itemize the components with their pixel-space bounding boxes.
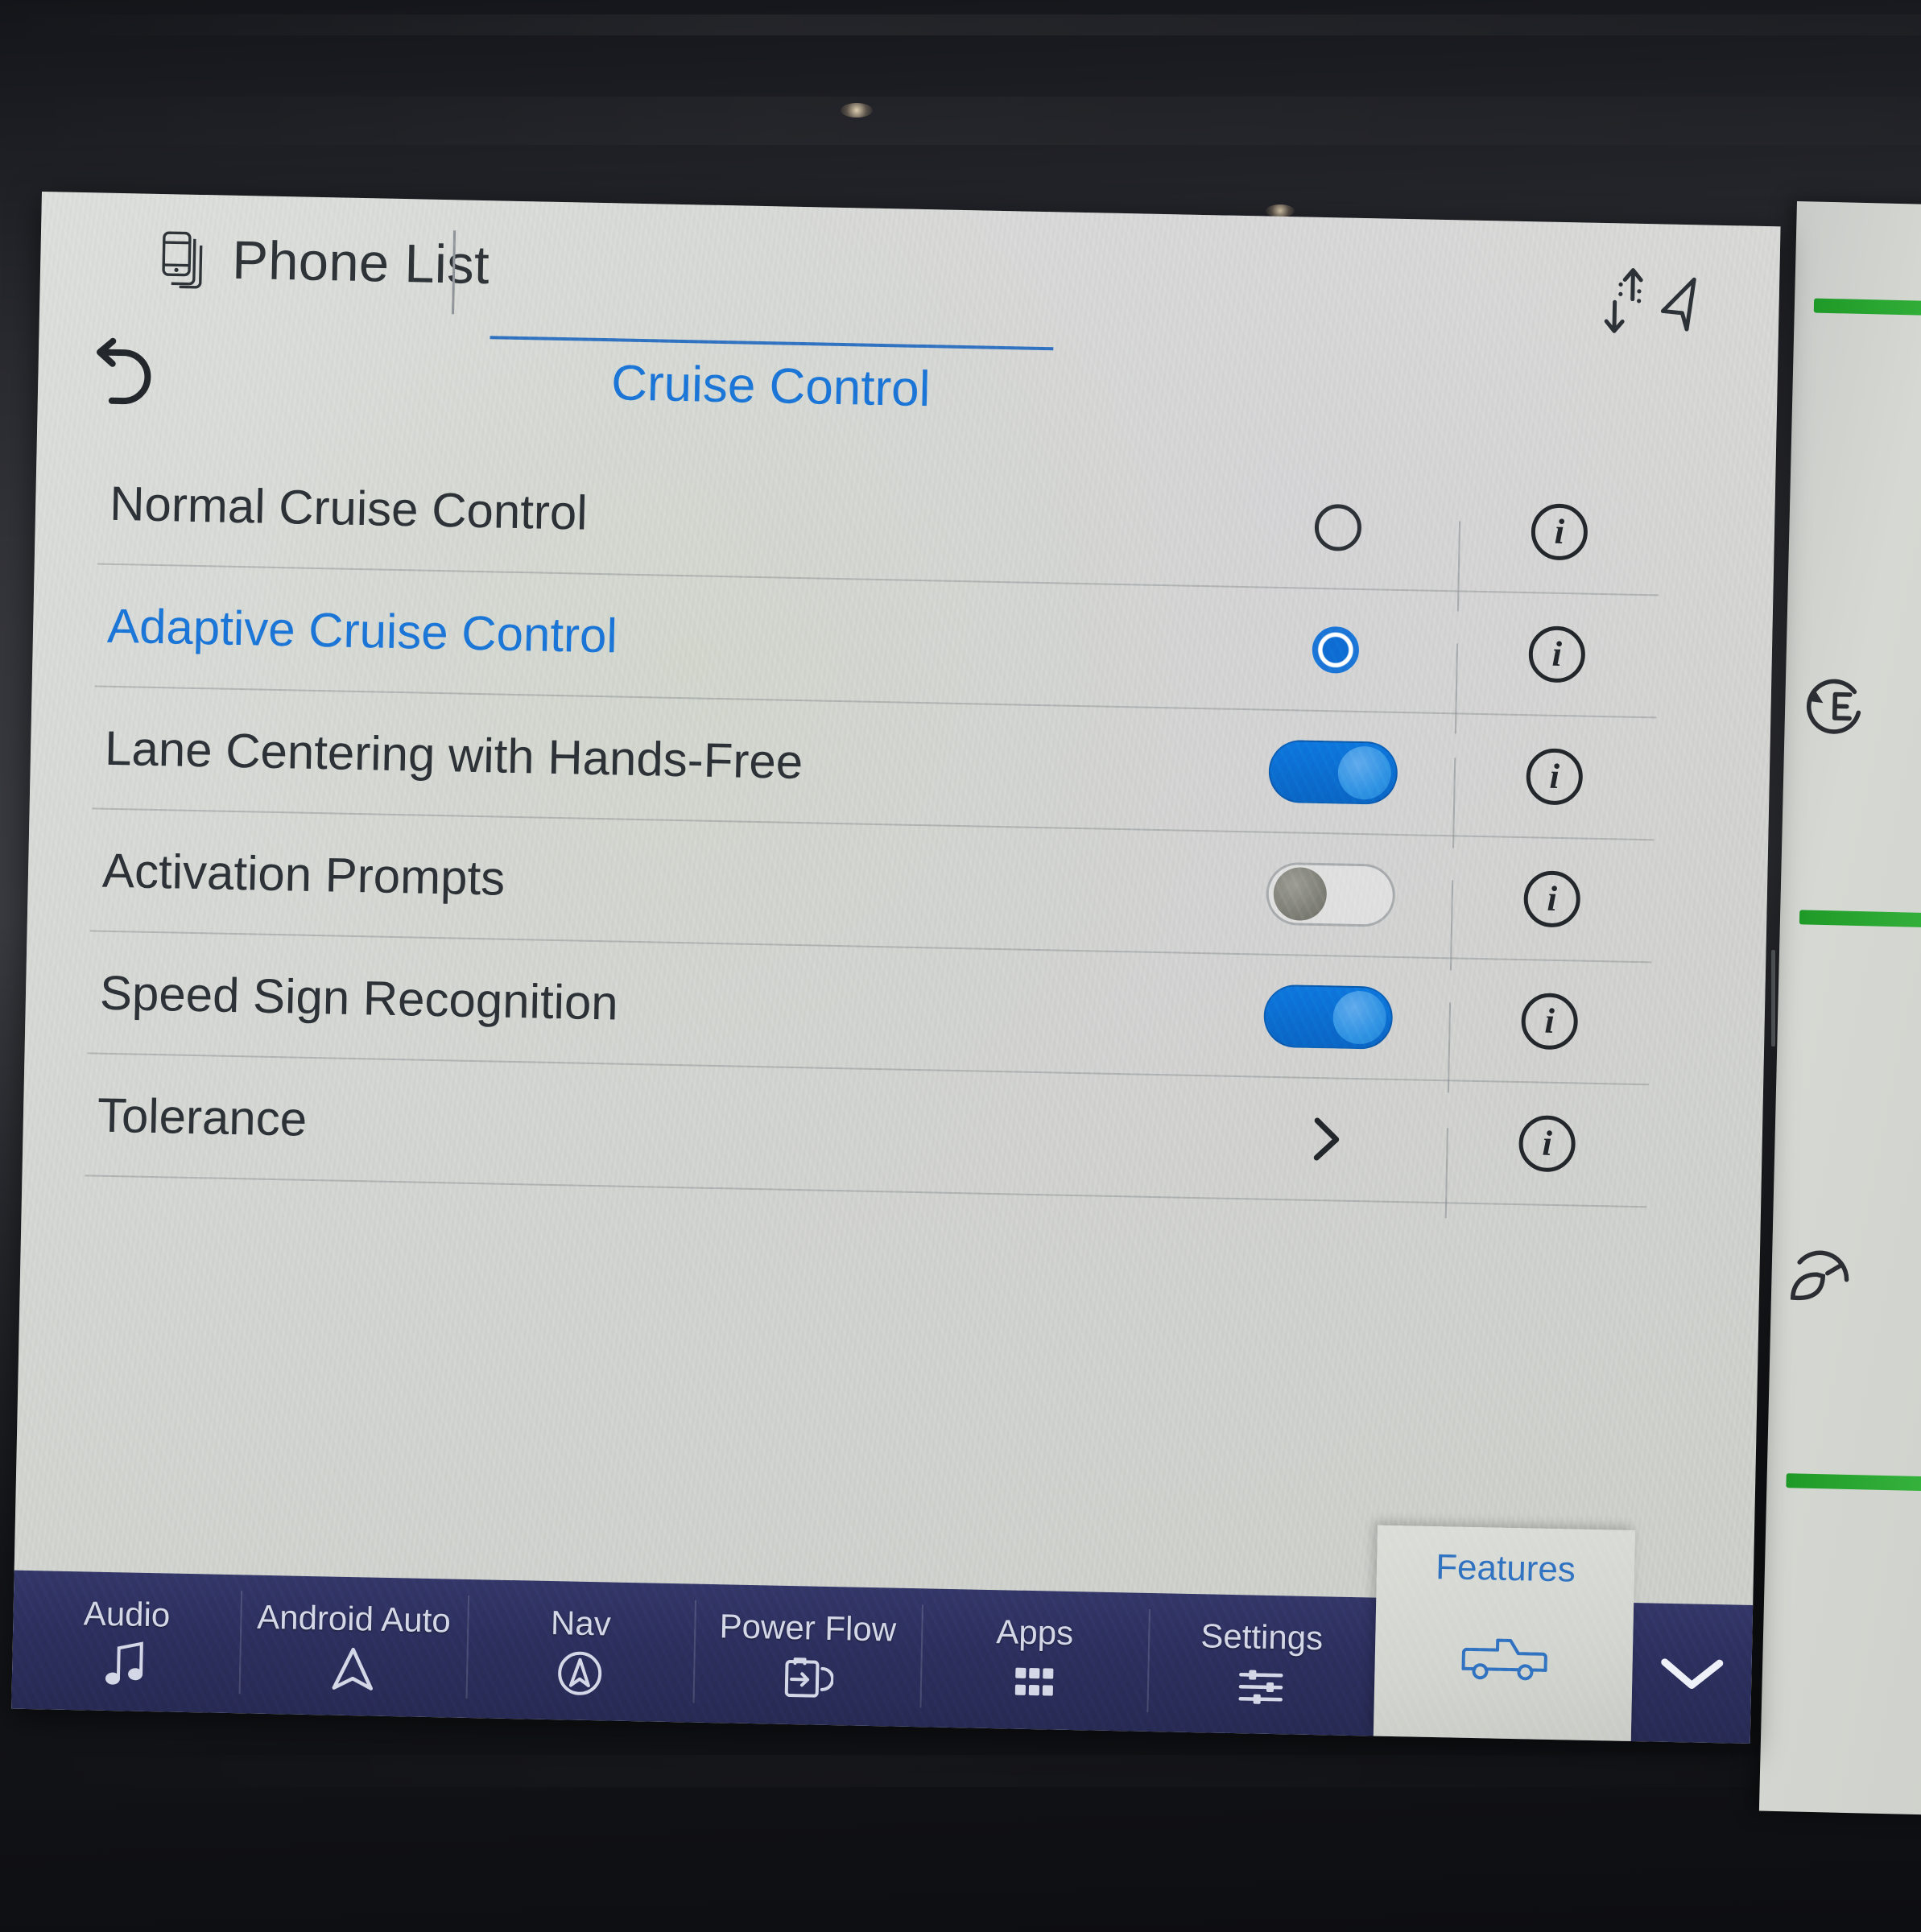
page-title: Cruise Control — [610, 355, 932, 418]
option-label-tolerance: Tolerance — [97, 1088, 308, 1146]
navigation-arrow-icon — [1660, 277, 1696, 332]
info-cell: i — [1451, 869, 1653, 929]
eco-progress-bar — [1799, 910, 1921, 928]
control-cell — [1207, 983, 1450, 1051]
control-cell — [1209, 861, 1452, 928]
info-cell: i — [1456, 624, 1658, 684]
info-cell: i — [1446, 1113, 1648, 1174]
nav-label-features: Features — [1435, 1547, 1576, 1590]
navigation-compass-icon — [558, 1651, 602, 1695]
nav-item-nav[interactable]: Nav — [465, 1579, 695, 1723]
nav-item-power-flow[interactable]: Power Flow — [692, 1584, 922, 1728]
control-cell — [1212, 738, 1455, 806]
option-label-adaptive-cruise-control: Adaptive Cruise Control — [106, 598, 618, 663]
toggle-lane-centering-with-hands-free[interactable] — [1268, 739, 1398, 805]
panel-edge-tick — [1771, 950, 1775, 1046]
apps-grid-icon — [1014, 1667, 1054, 1696]
nav-item-apps[interactable]: Apps — [919, 1588, 1149, 1732]
info-icon[interactable]: i — [1523, 870, 1581, 928]
nav-label-apps: Apps — [995, 1612, 1074, 1653]
eco-progress-bar — [1813, 298, 1921, 316]
nav-label-audio: Audio — [83, 1594, 171, 1634]
back-arrow-icon[interactable] — [87, 331, 177, 416]
nav-expand-button[interactable] — [1631, 1603, 1753, 1744]
info-icon[interactable]: i — [1526, 748, 1584, 806]
info-cell: i — [1448, 991, 1650, 1051]
info-cell: i — [1453, 746, 1655, 807]
eco-leaf-gauge-icon — [1790, 1250, 1849, 1301]
nav-item-audio[interactable]: Audio — [11, 1571, 241, 1714]
phone-stack-icon — [162, 230, 203, 289]
data-transfer-icon — [1604, 268, 1643, 333]
toggle-knob — [1337, 745, 1392, 800]
option-label-speed-sign-recognition: Speed Sign Recognition — [99, 965, 619, 1030]
option-label-activation-prompts: Activation Prompts — [101, 843, 506, 906]
bezel-highlight — [0, 1755, 1921, 1787]
toggle-speed-sign-recognition[interactable] — [1262, 984, 1394, 1050]
info-icon[interactable]: i — [1528, 625, 1586, 683]
bezel-highlight — [0, 97, 1921, 145]
radio-normal-cruise-control[interactable] — [1314, 503, 1362, 551]
status-icons-cluster — [1604, 268, 1696, 333]
toggle-knob — [1332, 990, 1387, 1045]
android-auto-arrow-icon — [332, 1647, 374, 1690]
info-cell: i — [1458, 502, 1660, 562]
toggle-activation-prompts[interactable] — [1266, 861, 1396, 927]
option-label-normal-cruise-control: Normal Cruise Control — [109, 476, 589, 540]
chevron-right-icon[interactable] — [1297, 1111, 1354, 1168]
nav-label-android-auto: Android Auto — [256, 1597, 452, 1640]
option-label-lane-centering-with-hands-free: Lane Centering with Hands-Free — [104, 720, 804, 789]
music-note-icon — [105, 1641, 143, 1685]
nav-item-android-auto[interactable]: Android Auto — [238, 1575, 468, 1718]
chevron-down-icon — [1661, 1658, 1724, 1690]
cruise-control-option-list: Normal Cruise Control i Adaptive Cruise … — [85, 442, 1662, 1208]
info-icon[interactable]: i — [1531, 503, 1588, 561]
secondary-panel[interactable] — [1758, 201, 1921, 1815]
info-icon[interactable]: i — [1520, 993, 1579, 1051]
pickup-truck-icon — [1461, 1638, 1547, 1681]
phone-list-button[interactable]: Phone List — [161, 228, 490, 296]
screen-header: Phone List — [39, 192, 1781, 361]
infotainment-screen: Phone List Cruise Control Normal Cruise … — [11, 192, 1781, 1744]
reflection-dot — [1266, 204, 1295, 217]
radio-adaptive-cruise-control[interactable] — [1312, 625, 1360, 674]
eco-regen-icon — [1806, 679, 1861, 734]
nav-label-power-flow: Power Flow — [719, 1607, 897, 1649]
power-flow-icon — [784, 1657, 834, 1698]
nav-label-settings: Settings — [1200, 1616, 1324, 1657]
tab-features[interactable]: Features — [1373, 1525, 1636, 1742]
reflection-dot — [841, 103, 873, 118]
toggle-knob — [1273, 866, 1328, 922]
sliders-icon — [1238, 1670, 1283, 1704]
nav-label-nav: Nav — [550, 1604, 612, 1643]
control-cell — [1217, 502, 1459, 553]
info-icon[interactable]: i — [1518, 1115, 1576, 1173]
nav-item-settings[interactable]: Settings — [1146, 1593, 1376, 1736]
bezel-highlight — [0, 14, 1921, 35]
control-cell — [1204, 1108, 1447, 1170]
control-cell — [1214, 624, 1456, 675]
screenshot-stage: Phone List Cruise Control Normal Cruise … — [0, 0, 1921, 1932]
phone-list-label: Phone List — [231, 229, 490, 296]
eco-progress-bar — [1786, 1473, 1921, 1492]
